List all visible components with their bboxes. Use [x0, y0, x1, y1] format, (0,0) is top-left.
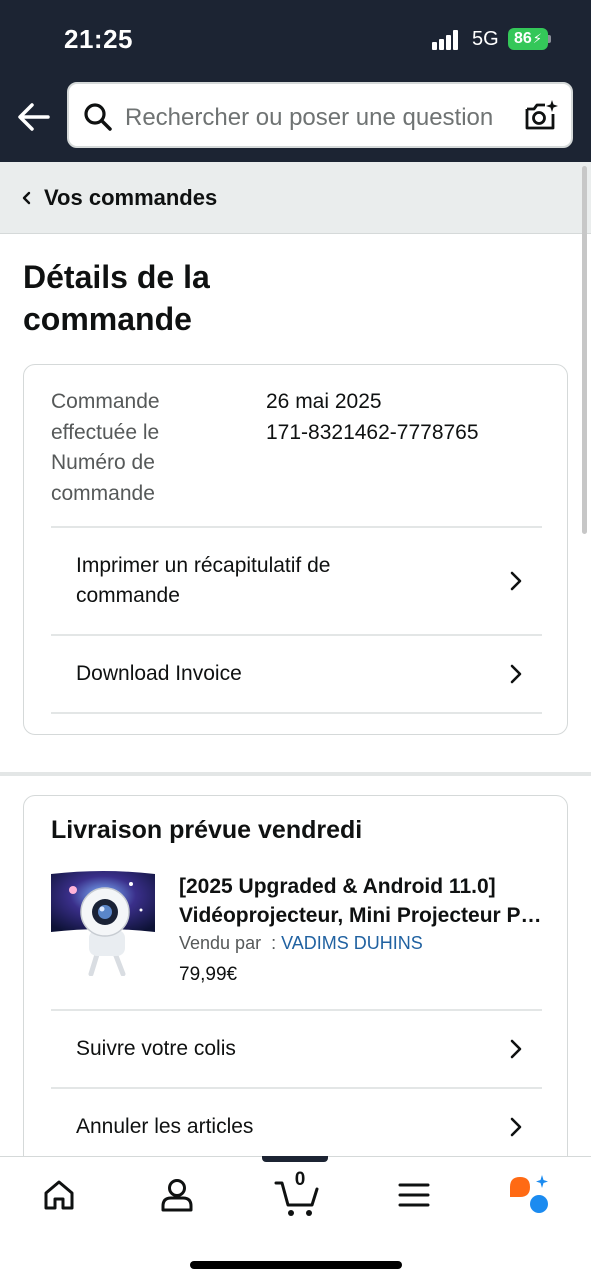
search-input[interactable]: Rechercher ou poser une question: [125, 104, 505, 132]
status-time: 21:25: [64, 24, 133, 54]
section-separator: [0, 772, 591, 776]
delivery-title: Livraison prévue vendredi: [51, 816, 363, 844]
chevron-right-icon: [510, 1117, 522, 1137]
print-summary-link[interactable]: Imprimer un récapitulatif de commande: [51, 528, 542, 634]
assistant-icon[interactable]: [508, 1173, 552, 1217]
battery-icon: 86 ⚡: [508, 28, 548, 50]
scrollbar[interactable]: [582, 166, 587, 534]
menu-icon[interactable]: [394, 1175, 434, 1215]
order-number-label: Numéro de commande: [51, 451, 155, 505]
bottom-nav: 0: [0, 1156, 591, 1280]
track-package-link[interactable]: Suivre votre colis: [51, 1011, 542, 1087]
product-title-line-1[interactable]: [2025 Upgraded & Android 11.0]: [179, 872, 549, 901]
seller-prefix: Vendu par :: [179, 933, 282, 953]
chevron-right-icon: [510, 1039, 522, 1059]
page-title: Détails de la commande: [23, 259, 210, 337]
order-date-label: Commande effectuée le: [51, 390, 160, 444]
cancel-items-link[interactable]: Annuler les articles: [51, 1089, 542, 1165]
active-tab-indicator: [262, 1156, 328, 1162]
back-arrow-icon[interactable]: [16, 100, 52, 134]
battery-cap: [548, 35, 551, 43]
order-info-card: Commande effectuée le Numéro de commande…: [23, 364, 568, 735]
cart-count: 0: [294, 1169, 306, 1190]
chevron-right-icon: [510, 571, 522, 591]
download-invoice-label: Download Invoice: [76, 662, 242, 685]
search-bar[interactable]: Rechercher ou poser une question: [67, 82, 573, 148]
home-indicator[interactable]: [190, 1261, 402, 1269]
camera-search-icon[interactable]: [523, 98, 559, 134]
battery-level: 86: [514, 30, 532, 47]
search-icon: [84, 103, 112, 131]
delivery-card: Livraison prévue vendredi [2025 Upgraded…: [23, 795, 568, 1215]
product-image[interactable]: [51, 870, 155, 976]
chevron-right-icon: [510, 664, 522, 684]
charging-bolt-icon: ⚡: [532, 31, 542, 46]
order-meta-labels: Commande effectuée le Numéro de commande: [51, 387, 231, 509]
order-date: 26 mai 2025: [266, 390, 382, 413]
track-package-label: Suivre votre colis: [76, 1037, 236, 1060]
divider: [51, 712, 542, 714]
product-title[interactable]: [2025 Upgraded & Android 11.0] Vidéoproj…: [179, 872, 549, 930]
cancel-items-label: Annuler les articles: [76, 1115, 254, 1138]
cellular-signal-icon: [432, 30, 464, 50]
breadcrumb[interactable]: Vos commandes: [0, 162, 591, 234]
breadcrumb-label[interactable]: Vos commandes: [44, 185, 217, 211]
order-meta-values: 26 mai 2025 171-8321462-7778765: [266, 387, 479, 448]
network-type: 5G: [472, 28, 499, 50]
seller-link[interactable]: VADIMS DUHINS: [281, 933, 423, 953]
download-invoice-link[interactable]: Download Invoice: [51, 636, 542, 712]
print-summary-label: Imprimer un récapitulatif de commande: [76, 554, 331, 607]
seller-info: Vendu par : VADIMS DUHINS: [179, 933, 423, 954]
product-price: 79,99€: [179, 964, 238, 985]
account-icon[interactable]: [157, 1175, 197, 1215]
home-icon[interactable]: [39, 1175, 79, 1215]
product-title-line-2[interactable]: Vidéoprojecteur, Mini Projecteur Portabl…: [179, 901, 549, 930]
order-number: 171-8321462-7778765: [266, 420, 479, 444]
chevron-left-icon: [22, 191, 31, 204]
top-header: 21:25 5G 86 ⚡ Rechercher ou poser une qu…: [0, 0, 591, 162]
